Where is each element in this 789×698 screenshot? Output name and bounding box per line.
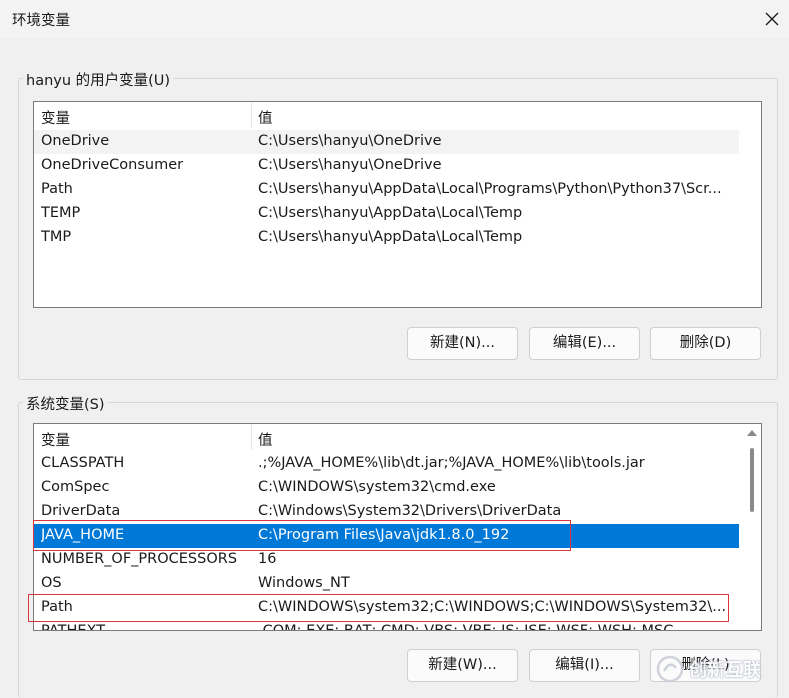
environment-variables-dialog: 环境变量 hanyu 的用户变量(U) 变量 值 OneDrive C:\Use…	[0, 0, 789, 698]
var-name: ComSpec	[41, 479, 110, 495]
user-var-row-path[interactable]: Path C:\Users\hanyu\AppData\Local\Progra…	[34, 178, 739, 202]
var-name: DriverData	[41, 503, 121, 519]
system-list-header: 变量 值	[34, 424, 761, 450]
user-new-button[interactable]: 新建(N)...	[407, 327, 518, 360]
window-title: 环境变量	[12, 13, 70, 29]
var-value: 16	[258, 551, 277, 567]
var-value: C:\Users\hanyu\AppData\Local\Temp	[258, 205, 523, 221]
column-header-value[interactable]: 值	[258, 429, 273, 450]
var-name: PATHEXT	[41, 623, 106, 631]
var-name: JAVA_HOME	[41, 527, 125, 543]
user-delete-button[interactable]: 删除(D)	[650, 327, 761, 360]
system-var-row-comspec[interactable]: ComSpec C:\WINDOWS\system32\cmd.exe	[34, 476, 739, 500]
var-name: TEMP	[41, 205, 81, 221]
system-var-row-path[interactable]: Path C:\WINDOWS\system32;C:\WINDOWS;C:\W…	[34, 596, 739, 620]
user-edit-button[interactable]: 编辑(E)...	[529, 327, 640, 360]
user-list-header: 变量 值	[34, 102, 761, 128]
system-var-row-driverdata[interactable]: DriverData C:\Windows\System32\Drivers\D…	[34, 500, 739, 524]
column-header-variable[interactable]: 变量	[41, 107, 70, 128]
user-var-row-onedrive[interactable]: OneDrive C:\Users\hanyu\OneDrive	[34, 130, 739, 154]
system-var-row-os[interactable]: OS Windows_NT	[34, 572, 739, 596]
var-value: C:\Users\hanyu\OneDrive	[258, 133, 442, 149]
user-variables-list[interactable]: 变量 值 OneDrive C:\Users\hanyu\OneDrive On…	[33, 101, 762, 308]
close-button[interactable]	[756, 4, 788, 34]
var-name: OS	[41, 575, 62, 591]
scroll-thumb[interactable]	[750, 448, 754, 512]
user-variables-label: hanyu 的用户变量(U)	[23, 69, 174, 90]
var-value: C:\Users\hanyu\AppData\Local\Programs\Py…	[258, 181, 722, 197]
var-value: .;%JAVA_HOME%\lib\dt.jar;%JAVA_HOME%\lib…	[258, 455, 645, 471]
system-variables-list[interactable]: 变量 值 CLASSPATH .;%JAVA_HOME%\lib\dt.jar;…	[33, 423, 762, 631]
var-value: C:\Windows\System32\Drivers\DriverData	[258, 503, 562, 519]
system-var-row-classpath[interactable]: CLASSPATH .;%JAVA_HOME%\lib\dt.jar;%JAVA…	[34, 452, 739, 476]
system-new-button[interactable]: 新建(W)...	[407, 649, 518, 682]
system-var-row-number-of-processors[interactable]: NUMBER_OF_PROCESSORS 16	[34, 548, 739, 572]
var-value: C:\WINDOWS\system32\cmd.exe	[258, 479, 496, 495]
watermark-text: 创新互联	[689, 660, 761, 681]
var-name: Path	[41, 599, 73, 615]
title-bar: 环境变量	[0, 0, 789, 38]
var-name: OneDriveConsumer	[41, 157, 184, 173]
var-name: TMP	[41, 229, 72, 245]
var-value: C:\Users\hanyu\AppData\Local\Temp	[258, 229, 523, 245]
var-value: C:\Program Files\Java\jdk1.8.0_192	[258, 527, 510, 543]
chevron-up-icon[interactable]	[747, 430, 757, 436]
close-icon	[765, 12, 779, 26]
var-name: OneDrive	[41, 133, 110, 149]
system-var-row-java-home[interactable]: JAVA_HOME C:\Program Files\Java\jdk1.8.0…	[34, 524, 739, 548]
system-variables-label: 系统变量(S)	[23, 393, 108, 414]
var-name: Path	[41, 181, 73, 197]
user-var-row-tmp[interactable]: TMP C:\Users\hanyu\AppData\Local\Temp	[34, 226, 739, 250]
system-edit-button[interactable]: 编辑(I)...	[529, 649, 640, 682]
user-var-row-onedriveconsumer[interactable]: OneDriveConsumer C:\Users\hanyu\OneDrive	[34, 154, 739, 178]
watermark-logo-icon	[656, 655, 684, 683]
var-value: C:\Users\hanyu\OneDrive	[258, 157, 442, 173]
var-value: .COM;.EXE;.BAT;.CMD;.VBS;.VBE;.JS;.JSE;.…	[258, 623, 674, 631]
var-value: Windows_NT	[258, 575, 350, 591]
user-var-row-temp[interactable]: TEMP C:\Users\hanyu\AppData\Local\Temp	[34, 202, 739, 226]
var-value: C:\WINDOWS\system32;C:\WINDOWS;C:\WINDOW…	[258, 599, 727, 615]
watermark: 创新互联	[655, 645, 785, 693]
dialog-content: hanyu 的用户变量(U) 变量 值 OneDrive C:\Users\ha…	[0, 38, 789, 698]
column-header-variable[interactable]: 变量	[41, 429, 70, 450]
system-var-row-pathext[interactable]: PATHEXT .COM;.EXE;.BAT;.CMD;.VBS;.VBE;.J…	[34, 620, 739, 631]
var-name: NUMBER_OF_PROCESSORS	[41, 551, 238, 567]
var-name: CLASSPATH	[41, 455, 125, 471]
system-list-scrollbar[interactable]	[742, 424, 761, 630]
column-header-value[interactable]: 值	[258, 107, 273, 128]
